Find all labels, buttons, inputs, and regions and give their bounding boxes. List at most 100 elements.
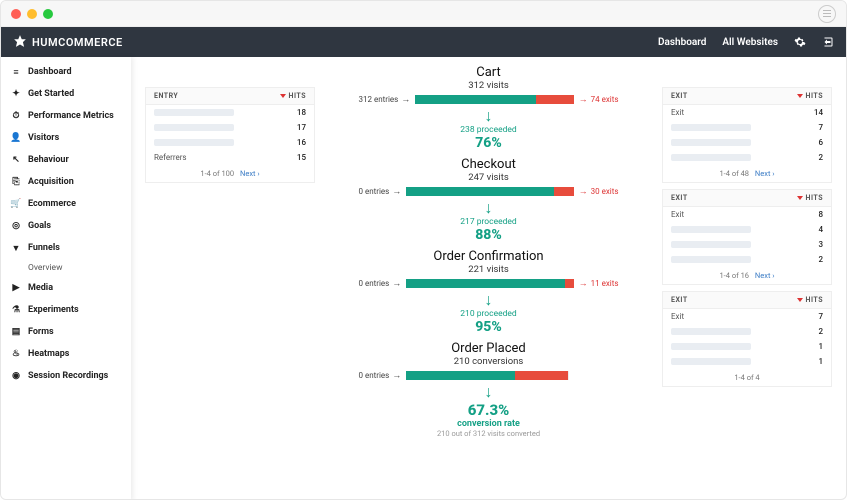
exit-row[interactable]: 3 bbox=[663, 237, 831, 252]
sidebar-item-funnels[interactable]: ▼Funnels bbox=[1, 237, 131, 259]
hits-label: HITS bbox=[806, 194, 823, 202]
sidebar-item-label: Heatmaps bbox=[28, 349, 69, 359]
exit-next-link[interactable]: Next › bbox=[755, 271, 775, 280]
exit-row[interactable]: 2 bbox=[663, 150, 831, 165]
funnel-stage-title: Order Confirmation bbox=[433, 249, 543, 264]
funnel-bar: 312 entries →→ 74 exits bbox=[359, 94, 619, 105]
exit-row-label bbox=[671, 343, 751, 350]
star-icon: ✦ bbox=[11, 89, 21, 99]
entry-row-hits: 17 bbox=[297, 123, 306, 132]
nav-all-websites[interactable]: All Websites bbox=[722, 37, 778, 48]
exit-row-label bbox=[671, 139, 751, 146]
traffic-light-minimize[interactable] bbox=[27, 9, 37, 19]
sidebar-item-label: Visitors bbox=[28, 133, 59, 143]
sidebar-item-acquisition[interactable]: ⎘Acquisition bbox=[1, 171, 131, 193]
nav-dashboard[interactable]: Dashboard bbox=[658, 37, 706, 48]
exit-pager: 1-4 of 48 bbox=[719, 169, 749, 178]
funnel-rate: 95% bbox=[475, 319, 502, 335]
sidebar-item-dashboard[interactable]: ≡Dashboard bbox=[1, 61, 131, 83]
form-icon: ▤ bbox=[11, 327, 21, 337]
sort-desc-icon[interactable] bbox=[280, 94, 286, 98]
sidebar-item-label: Acquisition bbox=[28, 177, 74, 187]
sidebar-item-label: Session Recordings bbox=[28, 371, 108, 381]
traffic-light-close[interactable] bbox=[11, 9, 21, 19]
exit-row[interactable]: 6 bbox=[663, 135, 831, 150]
funnel-stage-title: Cart bbox=[476, 65, 501, 80]
sidebar-item-session-recordings[interactable]: ◉ Session Recordings bbox=[1, 365, 131, 387]
exit-panel: EXITHITSExit84321-4 of 16 Next › bbox=[662, 189, 832, 285]
exit-row[interactable]: 1 bbox=[663, 354, 831, 369]
exit-panel-title: EXIT bbox=[671, 92, 688, 100]
record-icon: ◉ bbox=[11, 371, 21, 381]
exit-row-label: Exit bbox=[671, 108, 684, 117]
sidebar-subitem-overview[interactable]: Overview bbox=[1, 259, 131, 277]
entry-row[interactable]: 16 bbox=[146, 135, 314, 150]
entry-next-link[interactable]: Next › bbox=[240, 169, 260, 178]
exit-row[interactable]: 2 bbox=[663, 324, 831, 339]
sidebar-item-forms[interactable]: ▤ Forms bbox=[1, 321, 131, 343]
funnel-proceeded: 238 proceeded bbox=[460, 125, 516, 135]
traffic-light-maximize[interactable] bbox=[43, 9, 53, 19]
cart-icon: 🛒 bbox=[11, 199, 21, 209]
hits-label: HITS bbox=[806, 296, 823, 304]
funnel-stage-sub: 210 conversions bbox=[454, 356, 524, 367]
sidebar-item-label: Ecommerce bbox=[28, 199, 76, 209]
funnel-exits: → 74 exits bbox=[579, 94, 619, 105]
exit-row[interactable]: Exit8 bbox=[663, 207, 831, 222]
exit-row[interactable]: 7 bbox=[663, 120, 831, 135]
exit-row-hits: 3 bbox=[818, 240, 823, 249]
funnel-bar: 0 entries → bbox=[359, 370, 619, 381]
exit-row[interactable]: 1 bbox=[663, 339, 831, 354]
funnel-stage-sub: 312 visits bbox=[468, 80, 509, 91]
funnel-stage-title: Checkout bbox=[461, 157, 516, 172]
sidebar-item-label: Experiments bbox=[28, 305, 79, 315]
exit-row-hits: 1 bbox=[818, 357, 823, 366]
down-arrow-icon: ↓ bbox=[485, 292, 493, 308]
entry-row[interactable]: 17 bbox=[146, 120, 314, 135]
exit-pager: 1-4 of 16 bbox=[719, 271, 749, 280]
gear-icon[interactable] bbox=[794, 36, 806, 48]
sidebar-item-get-started[interactable]: ✦Get Started bbox=[1, 83, 131, 105]
sidebar-item-heatmaps[interactable]: ♨Heatmaps bbox=[1, 343, 131, 365]
exit-row-label bbox=[671, 124, 751, 131]
sidebar-item-goals[interactable]: ◎Goals bbox=[1, 215, 131, 237]
exit-pager: 1-4 of 4 bbox=[734, 373, 759, 382]
final-conversion-label: conversion rate bbox=[457, 419, 520, 429]
entry-row-label bbox=[154, 139, 234, 146]
entry-row[interactable]: 18 bbox=[146, 105, 314, 120]
funnel-bar: 0 entries →→ 11 exits bbox=[359, 278, 619, 289]
entry-row-label bbox=[154, 124, 234, 131]
final-conversion-rate: 67.3% bbox=[468, 401, 510, 419]
exit-row[interactable]: 2 bbox=[663, 252, 831, 267]
sort-desc-icon[interactable] bbox=[797, 94, 803, 98]
entry-row-hits: 15 bbox=[297, 153, 306, 162]
exit-row[interactable]: 4 bbox=[663, 222, 831, 237]
sort-desc-icon[interactable] bbox=[797, 196, 803, 200]
sidebar-item-label: Forms bbox=[28, 327, 54, 337]
sidebar-item-media[interactable]: ▶Media bbox=[1, 277, 131, 299]
sidebar-item-performance-metrics[interactable]: ⏱ Performance Metrics bbox=[1, 105, 131, 127]
exit-row[interactable]: Exit7 bbox=[663, 309, 831, 324]
funnel-rate: 76% bbox=[475, 135, 502, 151]
hamburger-icon[interactable] bbox=[818, 5, 836, 23]
sidebar-item-behaviour[interactable]: ↖Behaviour bbox=[1, 149, 131, 171]
sort-desc-icon[interactable] bbox=[797, 298, 803, 302]
gauge-icon: ⏱ bbox=[11, 111, 21, 121]
exit-row-hits: 2 bbox=[818, 153, 823, 162]
exit-panel: EXITHITSExit72111-4 of 4 bbox=[662, 291, 832, 387]
flask-icon: ⚗ bbox=[11, 305, 21, 315]
sidebar-item-label: Performance Metrics bbox=[28, 111, 114, 121]
exit-row-label bbox=[671, 328, 751, 335]
sidebar-item-visitors[interactable]: 👤Visitors bbox=[1, 127, 131, 149]
exit-next-link[interactable]: Next › bbox=[755, 169, 775, 178]
logout-icon[interactable] bbox=[822, 36, 834, 48]
entry-row[interactable]: Referrers15 bbox=[146, 150, 314, 165]
dashboard-icon: ≡ bbox=[11, 67, 21, 77]
exit-row[interactable]: Exit14 bbox=[663, 105, 831, 120]
top-bar: HUMCOMMERCE Dashboard All Websites bbox=[1, 27, 846, 57]
sidebar-item-experiments[interactable]: ⚗ Experiments bbox=[1, 299, 131, 321]
down-arrow-icon: ↓ bbox=[485, 384, 493, 400]
funnel-icon: ▼ bbox=[11, 243, 21, 253]
sidebar-item-label: Behaviour bbox=[28, 155, 69, 165]
sidebar-item-ecommerce[interactable]: 🛒 Ecommerce bbox=[1, 193, 131, 215]
